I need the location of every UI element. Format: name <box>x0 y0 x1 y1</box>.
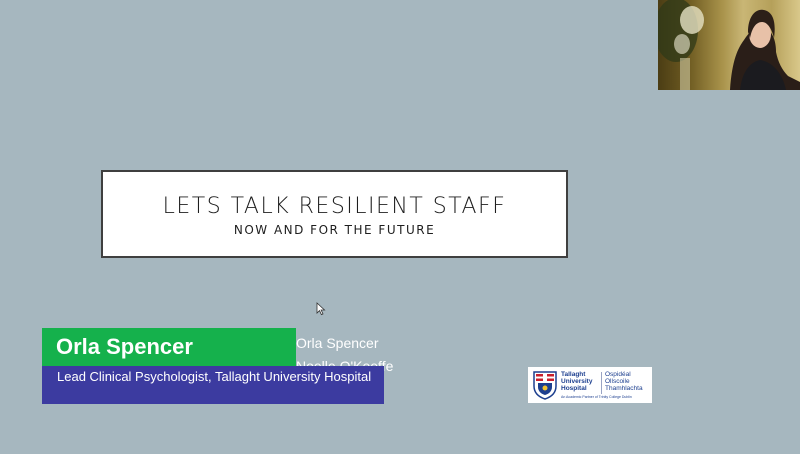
mouse-pointer-icon <box>316 302 326 316</box>
hospital-crest-icon <box>533 371 557 400</box>
logo-english-name: Tallaght University Hospital <box>561 371 593 392</box>
slide-title: LETS TALK RESILIENT STAFF <box>162 194 507 219</box>
logo-irish-name: Ospidéal Ollscoile Thamhlachta <box>605 371 643 392</box>
presenter-name-1: Orla Spencer <box>296 335 379 351</box>
title-box: LETS TALK RESILIENT STAFF NOW AND FOR TH… <box>101 170 568 258</box>
logo-divider <box>601 372 602 394</box>
webcam-feed[interactable] <box>658 0 800 90</box>
speaker-name: Orla Spencer <box>42 328 296 366</box>
logo-partner-text: An Academic Partner of Trinity College D… <box>561 395 632 399</box>
webcam-scene <box>658 0 800 90</box>
speaker-role: Lead Clinical Psychologist, Tallaght Uni… <box>42 366 384 404</box>
slide-subtitle: NOW AND FOR THE FUTURE <box>233 223 436 237</box>
hospital-logo: Tallaght University Hospital Ospidéal Ol… <box>528 367 652 403</box>
